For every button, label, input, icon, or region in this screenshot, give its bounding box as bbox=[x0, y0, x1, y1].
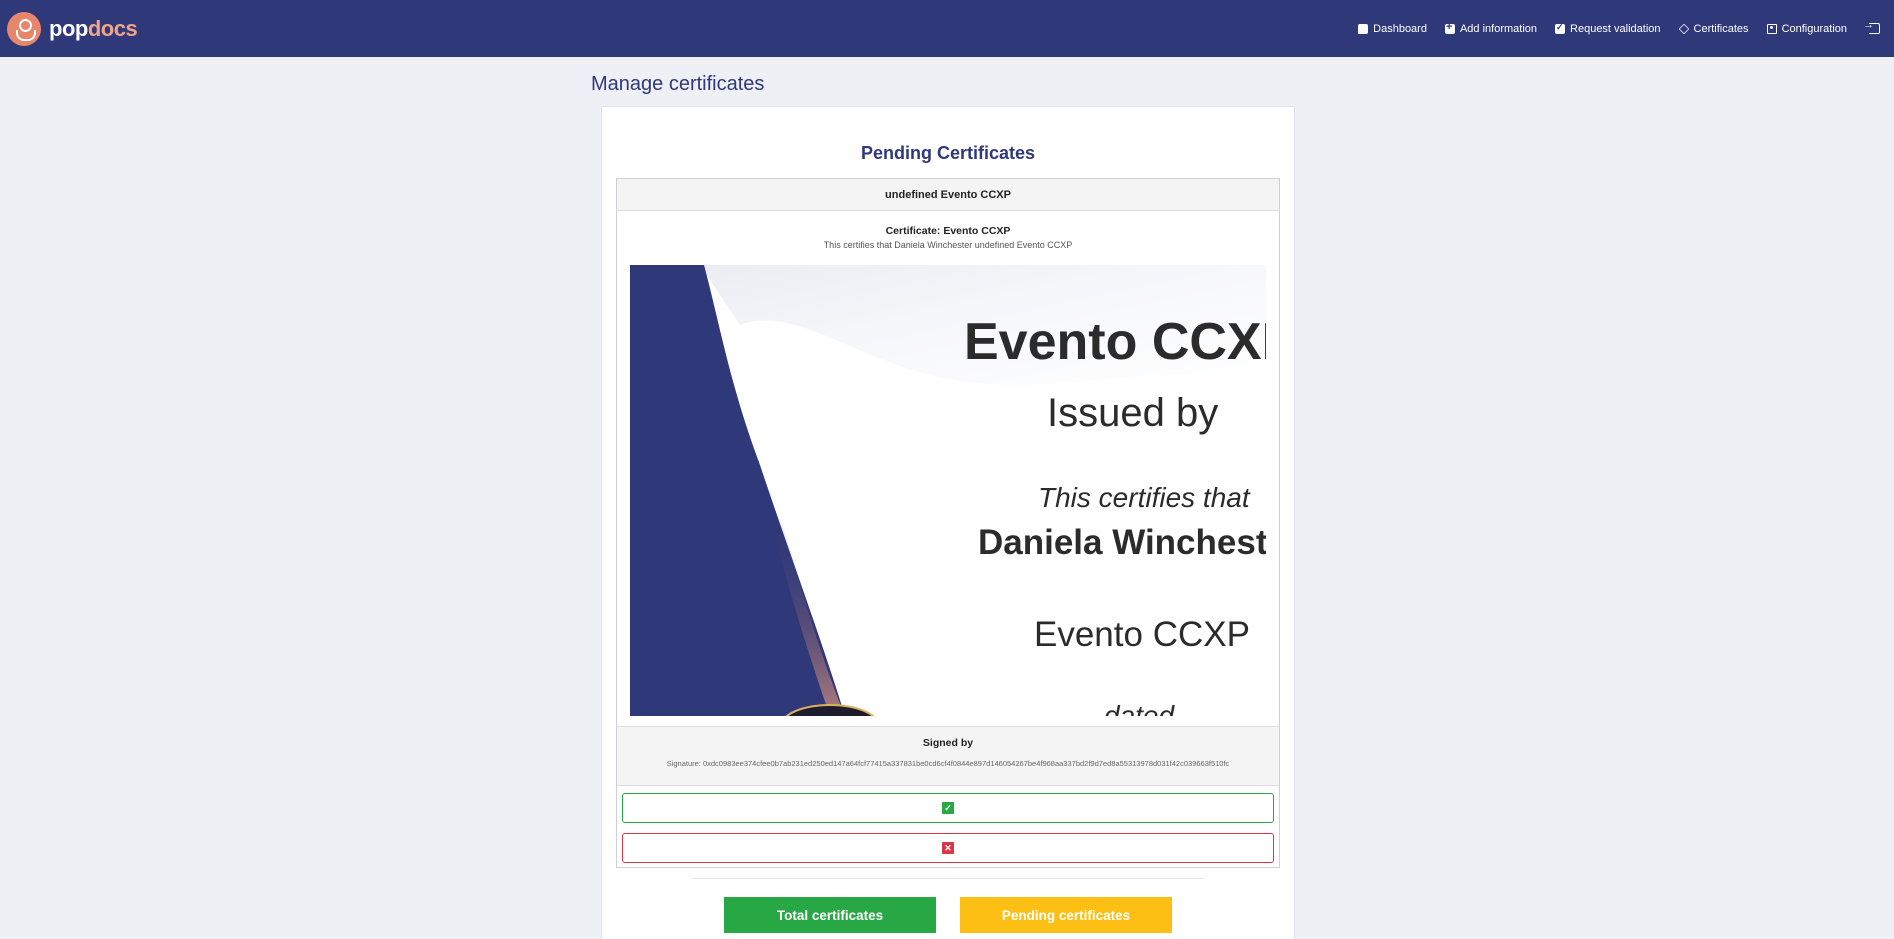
nav-add-information[interactable]: Add information bbox=[1444, 21, 1538, 35]
nav-dashboard[interactable]: Dashboard bbox=[1358, 23, 1427, 35]
x-square-icon: ✕ bbox=[942, 842, 954, 854]
chat-icon bbox=[1358, 23, 1369, 34]
plus-square-icon bbox=[1444, 21, 1455, 34]
nav-certificates-label: Certificates bbox=[1693, 22, 1749, 35]
preview-event-name: Evento CCXP bbox=[1034, 615, 1250, 654]
top-navbar: popdocs Dashboard Add information Reques… bbox=[0, 0, 1894, 57]
approve-button[interactable]: ✓ bbox=[622, 793, 1274, 823]
signed-by-label: Signed by bbox=[922, 737, 974, 749]
preview-dated-text: dated bbox=[1104, 700, 1175, 716]
nav-add-information-label: Add information bbox=[1459, 22, 1538, 35]
certificate-header: undefined Evento CCXP bbox=[617, 179, 1279, 211]
brand-name-part1: pop bbox=[49, 16, 88, 41]
brand-name-part2: docs bbox=[87, 16, 138, 41]
reject-button[interactable]: ✕ bbox=[622, 833, 1274, 863]
nav-configuration[interactable]: Configuration bbox=[1766, 22, 1847, 35]
certificate-description: This certifies that Daniela Winchester u… bbox=[823, 240, 1073, 250]
brand-name: popdocs bbox=[49, 16, 138, 42]
preview-certifies-text: This certifies that bbox=[1038, 482, 1250, 513]
popdocs-logo-icon bbox=[7, 12, 41, 46]
preview-recipient-name: Daniela Winchester bbox=[978, 523, 1266, 562]
certificate-item: undefined Evento CCXP Certificate: Event… bbox=[616, 178, 1280, 868]
nav-request-validation[interactable]: Request validation bbox=[1555, 22, 1661, 35]
main-nav: Dashboard Add information Request valida… bbox=[1340, 0, 1880, 57]
check-square-icon bbox=[1555, 22, 1566, 34]
pending-certificates-card: Pending Certificates undefined Evento CC… bbox=[601, 106, 1295, 939]
divider bbox=[692, 878, 1204, 879]
check-square-icon: ✓ bbox=[942, 802, 954, 814]
certificate-title: Certificate: Evento CCXP bbox=[885, 225, 1011, 237]
user-square-icon bbox=[1766, 23, 1777, 34]
page-title: Manage certificates bbox=[591, 73, 765, 95]
logout-icon[interactable] bbox=[1863, 19, 1880, 34]
nav-dashboard-label: Dashboard bbox=[1373, 22, 1427, 35]
preview-issued-by: Issued by bbox=[1047, 391, 1219, 435]
signed-by-section: Signed by Signature: 0xdc0983ee374cfee0b… bbox=[617, 726, 1279, 786]
nav-request-validation-label: Request validation bbox=[1570, 22, 1661, 35]
nav-configuration-label: Configuration bbox=[1781, 22, 1847, 35]
brand-logo-link[interactable]: popdocs bbox=[7, 11, 138, 47]
nav-certificates[interactable]: Certificates bbox=[1678, 22, 1749, 35]
total-certificates-tile: Total certificates bbox=[724, 897, 936, 933]
layers-icon bbox=[1678, 23, 1689, 34]
section-title: Pending Certificates bbox=[860, 143, 1036, 163]
pending-certificates-tile: Pending certificates bbox=[960, 897, 1172, 933]
preview-certificate-name: Evento CCXP bbox=[964, 313, 1266, 371]
certificate-preview-image: Evento CCXP Issued by This certifies tha… bbox=[630, 265, 1266, 716]
signature-text: Signature: 0xdc0983ee374cfee0b7ab231ed25… bbox=[666, 759, 1230, 768]
